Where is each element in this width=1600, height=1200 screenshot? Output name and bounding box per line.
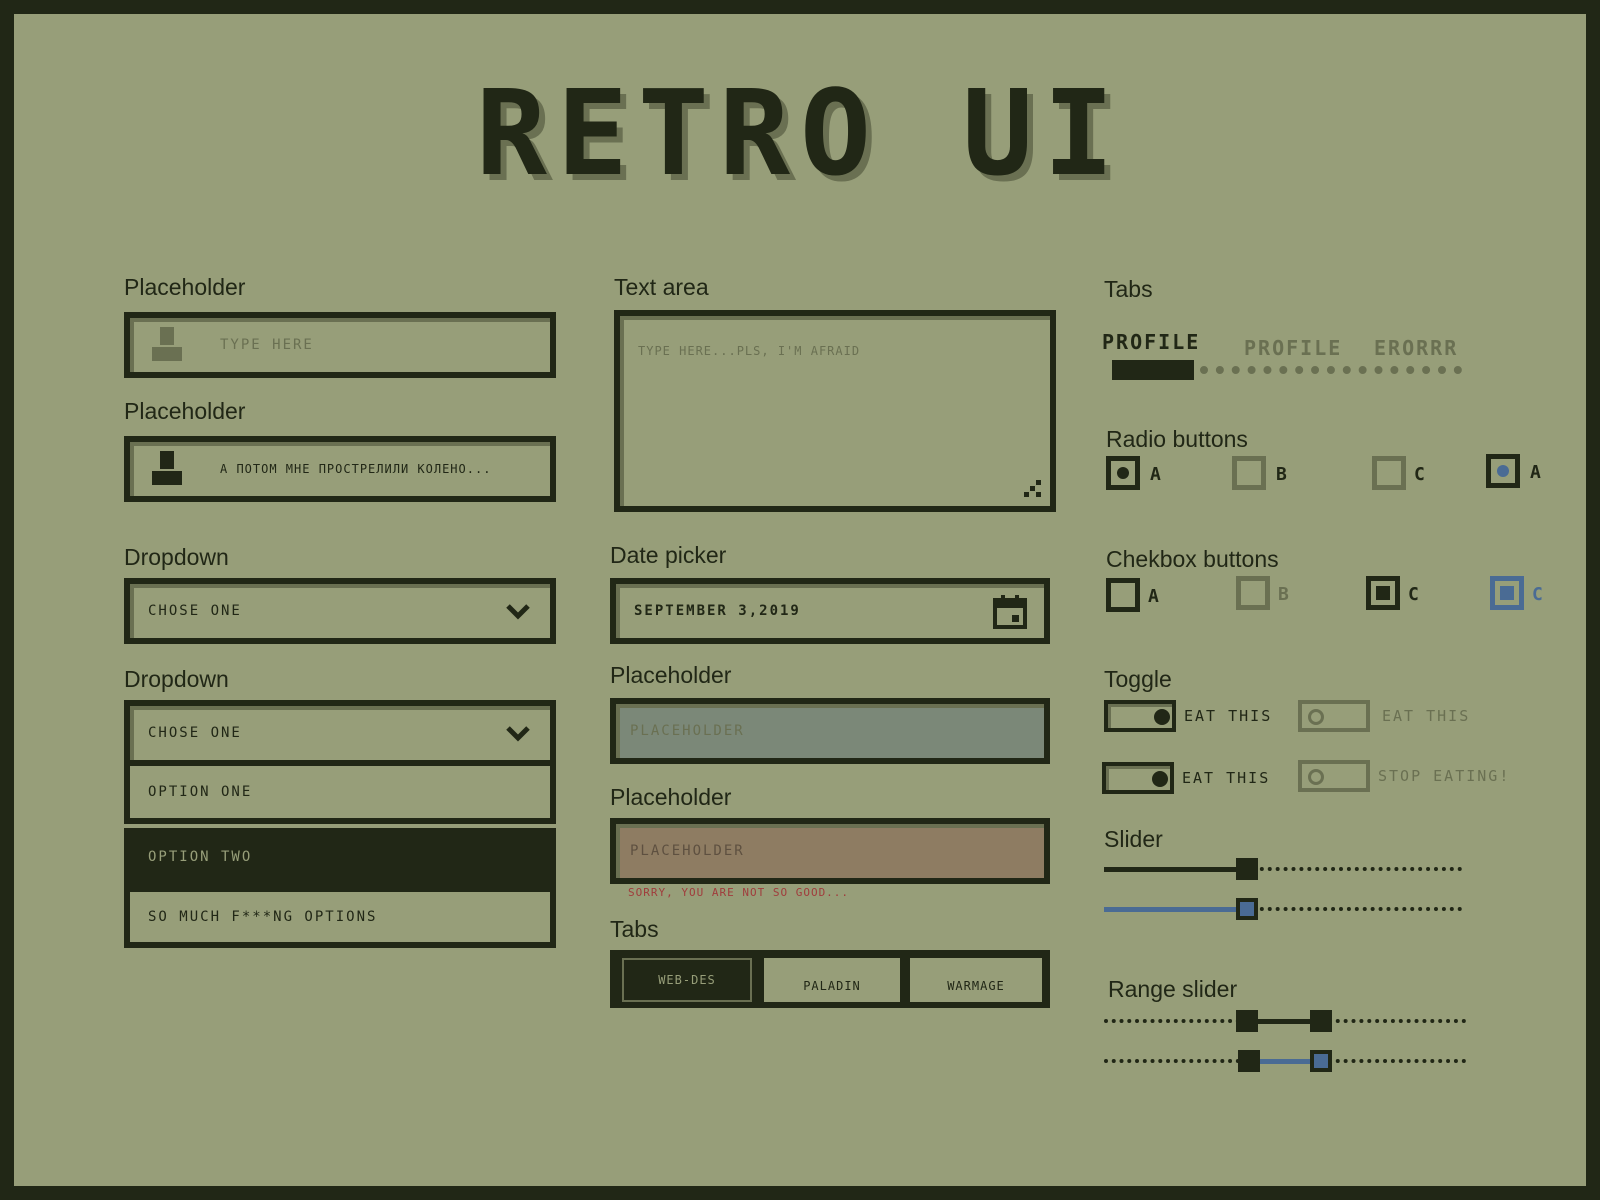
- user-icon: [150, 327, 184, 363]
- tab-warmage[interactable]: WARMAGE: [910, 958, 1042, 1002]
- tab-profile[interactable]: PROFILE: [1244, 338, 1342, 358]
- range-handle-high[interactable]: [1310, 1050, 1332, 1072]
- slider-handle[interactable]: [1236, 858, 1258, 880]
- dropdown-label: Dropdown: [124, 666, 229, 692]
- page-title: RETRO UI: [475, 64, 1125, 202]
- checkbox[interactable]: [1106, 578, 1140, 612]
- range-handle-low[interactable]: [1238, 1050, 1260, 1072]
- checkbox-text: A: [1148, 586, 1159, 607]
- input-label: Placeholder: [124, 398, 246, 424]
- date-value: SEPTEMBER 3,2019: [634, 603, 801, 619]
- input-placeholder: PLACEHOLDER: [630, 723, 745, 739]
- checkbox-label: Chekbox buttons: [1106, 546, 1279, 572]
- range-handle-high[interactable]: [1310, 1010, 1332, 1032]
- slider-track: [1244, 907, 1462, 911]
- text-input[interactable]: TYPE HERE: [124, 312, 556, 378]
- radio-text: A: [1150, 464, 1161, 485]
- toggle-switch[interactable]: [1104, 700, 1176, 732]
- slider-fill: [1104, 867, 1244, 872]
- radio-button[interactable]: [1486, 454, 1520, 488]
- dropdown-value: CHOSE ONE: [148, 603, 242, 619]
- tab-track: [1200, 366, 1462, 374]
- toggle-text: STOP EATING!: [1378, 767, 1511, 785]
- range-handle-low[interactable]: [1236, 1010, 1258, 1032]
- dropdown-label: Dropdown: [124, 544, 229, 570]
- toggle-label: Toggle: [1104, 666, 1172, 692]
- toggle-switch[interactable]: [1298, 760, 1370, 792]
- filled-text-input[interactable]: А ПОТОМ МНЕ ПРОСТРЕЛИЛИ КОЛЕНО...: [124, 436, 556, 502]
- tabs-label: Tabs: [1104, 276, 1153, 302]
- radio-button[interactable]: [1372, 456, 1406, 490]
- radio-text: A: [1530, 462, 1541, 483]
- range-slider-label: Range slider: [1108, 976, 1238, 1002]
- input-placeholder: PLACEHOLDER: [630, 843, 745, 859]
- tab-profile-active[interactable]: PROFILE: [1102, 332, 1200, 352]
- tab-paladin[interactable]: PALADIN: [764, 958, 900, 1002]
- input-label: Placeholder: [124, 274, 246, 300]
- toggle-text: EAT THIS: [1184, 707, 1273, 725]
- input-value: А ПОТОМ МНЕ ПРОСТРЕЛИЛИ КОЛЕНО...: [220, 462, 492, 476]
- calendar-icon[interactable]: [992, 594, 1028, 630]
- date-picker[interactable]: SEPTEMBER 3,2019: [610, 578, 1050, 644]
- error-input[interactable]: PLACEHOLDER: [610, 818, 1050, 884]
- textarea[interactable]: TYPE HERE...PLS, I'M AFRAID: [614, 310, 1056, 512]
- slider-label: Slider: [1104, 826, 1163, 852]
- radio-text: B: [1276, 464, 1287, 485]
- input-label: Placeholder: [610, 662, 732, 688]
- error-message: SORRY, YOU ARE NOT SO GOOD...: [628, 886, 850, 899]
- slider-fill-accent: [1104, 907, 1244, 912]
- dropdown-option[interactable]: SO MUCH F***NG OPTIONS: [124, 886, 556, 948]
- checkbox-text: B: [1278, 584, 1289, 605]
- dropdown-option-highlighted[interactable]: OPTION TWO: [124, 828, 556, 886]
- radio-button[interactable]: [1106, 456, 1140, 490]
- chevron-down-icon: [506, 726, 530, 742]
- dropdown-select[interactable]: CHOSE ONE: [124, 578, 556, 644]
- chevron-down-icon: [506, 604, 530, 620]
- textarea-label: Text area: [614, 274, 709, 300]
- dropdown-option[interactable]: OPTION ONE: [124, 766, 556, 824]
- disabled-input[interactable]: PLACEHOLDER: [610, 698, 1050, 764]
- checkbox[interactable]: [1366, 576, 1400, 610]
- tab-indicator: [1112, 360, 1194, 380]
- toggle-switch[interactable]: [1298, 700, 1370, 732]
- toggle-text: EAT THIS: [1382, 707, 1471, 725]
- range-track: [1320, 1059, 1466, 1063]
- checkbox[interactable]: [1490, 576, 1524, 610]
- checkbox-text: C: [1408, 584, 1419, 605]
- dropdown-select-open[interactable]: CHOSE ONE: [124, 700, 556, 766]
- checkbox[interactable]: [1236, 576, 1270, 610]
- slider-track: [1244, 867, 1462, 871]
- datepicker-label: Date picker: [610, 542, 727, 568]
- resize-handle-icon[interactable]: [1024, 480, 1042, 498]
- radio-label: Radio buttons: [1106, 426, 1248, 452]
- checkbox-text: C: [1532, 584, 1543, 605]
- slider-handle[interactable]: [1236, 898, 1258, 920]
- input-label: Placeholder: [610, 784, 732, 810]
- dropdown-value: CHOSE ONE: [148, 725, 242, 741]
- tabs-label: Tabs: [610, 916, 659, 942]
- toggle-text: EAT THIS: [1182, 769, 1271, 787]
- range-track: [1104, 1019, 1240, 1023]
- user-icon: [150, 451, 184, 487]
- tab-web-des[interactable]: WEB-DES: [622, 958, 752, 1002]
- radio-text: C: [1414, 464, 1425, 485]
- textarea-placeholder: TYPE HERE...PLS, I'M AFRAID: [638, 344, 861, 358]
- input-placeholder: TYPE HERE: [220, 337, 314, 353]
- range-track: [1320, 1019, 1466, 1023]
- radio-button[interactable]: [1232, 456, 1266, 490]
- tab-error[interactable]: ERORRR: [1374, 338, 1458, 358]
- toggle-switch[interactable]: [1102, 762, 1174, 794]
- range-track: [1104, 1059, 1240, 1063]
